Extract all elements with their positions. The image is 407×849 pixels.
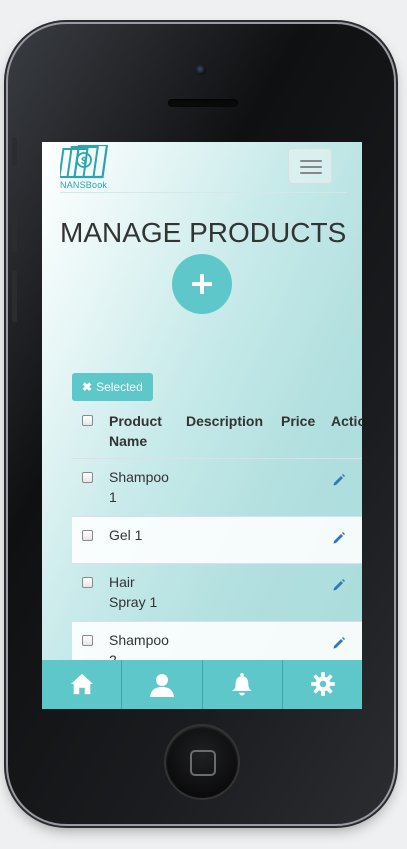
nav-notifications-button[interactable]	[203, 660, 283, 709]
select-all-checkbox[interactable]	[82, 415, 93, 426]
product-name-line2: 1	[109, 489, 117, 505]
th-product-name-line2: Name	[109, 433, 148, 449]
bottom-nav-bar	[42, 660, 362, 709]
bell-icon	[231, 673, 252, 696]
th-actions: Actio	[331, 413, 362, 429]
th-description: Description	[186, 413, 264, 429]
row-checkbox[interactable]	[82, 577, 93, 588]
user-icon	[150, 674, 175, 697]
top-navbar: $ NANSBook	[42, 142, 362, 192]
hamburger-line	[300, 160, 322, 162]
earpiece	[168, 99, 238, 107]
table-row: Shampoo 1	[72, 458, 362, 516]
close-icon: ✖	[82, 380, 93, 394]
row-checkbox[interactable]	[82, 472, 93, 483]
volume-up-button	[12, 200, 17, 252]
selected-label: Selected	[96, 380, 143, 394]
th-price: Price	[281, 413, 316, 429]
edit-pencil-icon[interactable]	[332, 531, 346, 545]
products-table: Product Name Description Price Actio Sha…	[72, 402, 362, 679]
th-product-name-line1: Product	[109, 413, 162, 429]
product-name: Shampoo	[109, 469, 169, 485]
product-name: Gel 1	[109, 527, 143, 543]
edit-pencil-icon[interactable]	[332, 636, 346, 650]
nav-divider	[60, 192, 347, 193]
volume-down-button	[12, 270, 17, 322]
hamburger-line	[300, 166, 322, 168]
row-checkbox[interactable]	[82, 635, 93, 646]
nav-home-button[interactable]	[42, 660, 123, 709]
home-icon	[70, 673, 94, 695]
gear-icon	[310, 672, 335, 696]
edit-pencil-icon[interactable]	[332, 473, 346, 487]
product-name: Shampoo	[109, 632, 169, 648]
table-row: Hair Spray 1	[72, 563, 362, 621]
product-name: Hair	[109, 574, 135, 590]
hamburger-line	[300, 172, 322, 174]
svg-text:$: $	[81, 156, 87, 167]
table-header-row: Product Name Description Price Actio	[72, 402, 362, 458]
page-title: MANAGE PRODUCTS	[60, 217, 347, 248]
delete-selected-button[interactable]: ✖ Selected	[72, 373, 153, 401]
menu-toggle-button[interactable]	[288, 148, 332, 184]
row-checkbox[interactable]	[82, 530, 93, 541]
add-product-button[interactable]	[172, 254, 232, 314]
app-screen: $ NANSBook MANAGE PRODUCTS ✖ Selected Pr…	[42, 142, 362, 709]
mute-switch	[12, 138, 17, 166]
table-row: Gel 1	[72, 516, 362, 563]
edit-pencil-icon[interactable]	[332, 578, 346, 592]
home-button[interactable]	[166, 726, 238, 798]
nav-settings-button[interactable]	[283, 660, 362, 709]
front-camera	[196, 65, 206, 75]
product-name-line2: Spray 1	[109, 594, 158, 610]
nav-profile-button[interactable]	[122, 660, 203, 709]
logo-text: NANSBook	[60, 180, 108, 190]
